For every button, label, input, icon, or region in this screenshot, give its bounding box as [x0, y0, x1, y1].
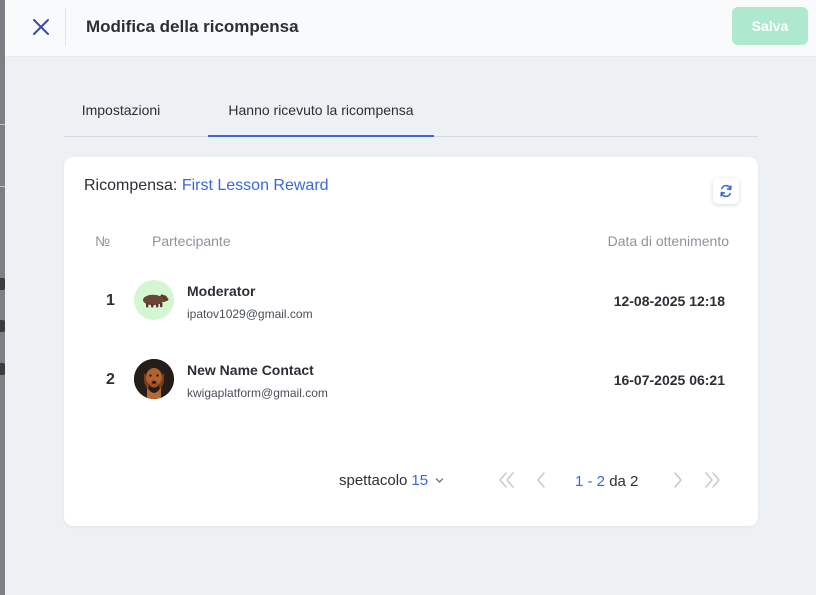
reward-label: Ricompensa:	[84, 177, 178, 194]
column-header-participant: Partecipante	[152, 233, 231, 249]
first-page-button[interactable]	[495, 468, 519, 492]
refresh-button[interactable]	[713, 178, 739, 204]
column-header-number: №	[95, 233, 111, 249]
participant-email: ipatov1029@gmail.com	[187, 307, 313, 321]
close-icon	[33, 19, 49, 35]
participant-name: Moderator	[187, 283, 256, 299]
tab-settings[interactable]: Impostazioni	[64, 84, 178, 136]
avatar	[134, 280, 174, 320]
double-chevron-right-icon	[705, 472, 720, 488]
chevron-left-icon	[537, 472, 545, 488]
per-page-select[interactable]: spettacolo 15	[339, 472, 444, 489]
page-range: 1 - 2 da 2	[575, 473, 638, 490]
save-button[interactable]: Salva	[732, 7, 808, 45]
tab-bar: Impostazioni Hanno ricevuto la ricompens…	[64, 84, 758, 137]
table-row: 1 Moderator ipatov1029@gmail.com 12-08-2…	[64, 271, 758, 331]
range-value: 1 - 2	[575, 473, 606, 490]
close-button[interactable]	[26, 12, 56, 42]
refresh-icon	[720, 184, 732, 198]
pagination: spettacolo 15 1 - 2 da 2	[64, 462, 758, 498]
table-row: 2 New Name Contact kwigaplatform@gmail.c…	[64, 350, 758, 410]
avatar	[134, 359, 174, 399]
chevron-down-icon	[435, 476, 444, 485]
per-page-value: 15	[411, 472, 429, 489]
capybara-icon	[143, 294, 169, 308]
panel-header: Modifica della ricompensa Salva	[5, 0, 816, 57]
per-page-label: spettacolo	[339, 472, 408, 489]
obtained-date: 16-07-2025 06:21	[613, 372, 725, 388]
row-number: 1	[106, 292, 115, 309]
participant-email: kwigaplatform@gmail.com	[187, 386, 328, 400]
double-chevron-left-icon	[499, 472, 514, 488]
column-header-date: Data di ottenimento	[607, 233, 729, 249]
next-page-button[interactable]	[666, 468, 690, 492]
range-total: 2	[630, 473, 639, 490]
edit-reward-panel: Modifica della ricompensa Salva Impostaz…	[5, 0, 816, 595]
recipients-card: Ricompensa: First Lesson Reward № Partec…	[64, 157, 758, 526]
range-of-label: da	[609, 473, 626, 490]
row-number: 2	[106, 371, 115, 388]
tab-recipients[interactable]: Hanno ricevuto la ricompensa	[208, 84, 434, 137]
reward-heading: Ricompensa: First Lesson Reward	[84, 177, 329, 195]
obtained-date: 12-08-2025 12:18	[613, 293, 725, 309]
previous-page-button[interactable]	[529, 468, 553, 492]
header-divider	[65, 8, 66, 46]
dog-photo-icon	[134, 359, 174, 399]
page-title: Modifica della ricompensa	[86, 17, 299, 36]
chevron-right-icon	[674, 472, 682, 488]
last-page-button[interactable]	[700, 468, 724, 492]
reward-name: First Lesson Reward	[181, 177, 329, 194]
participant-name: New Name Contact	[187, 362, 314, 378]
